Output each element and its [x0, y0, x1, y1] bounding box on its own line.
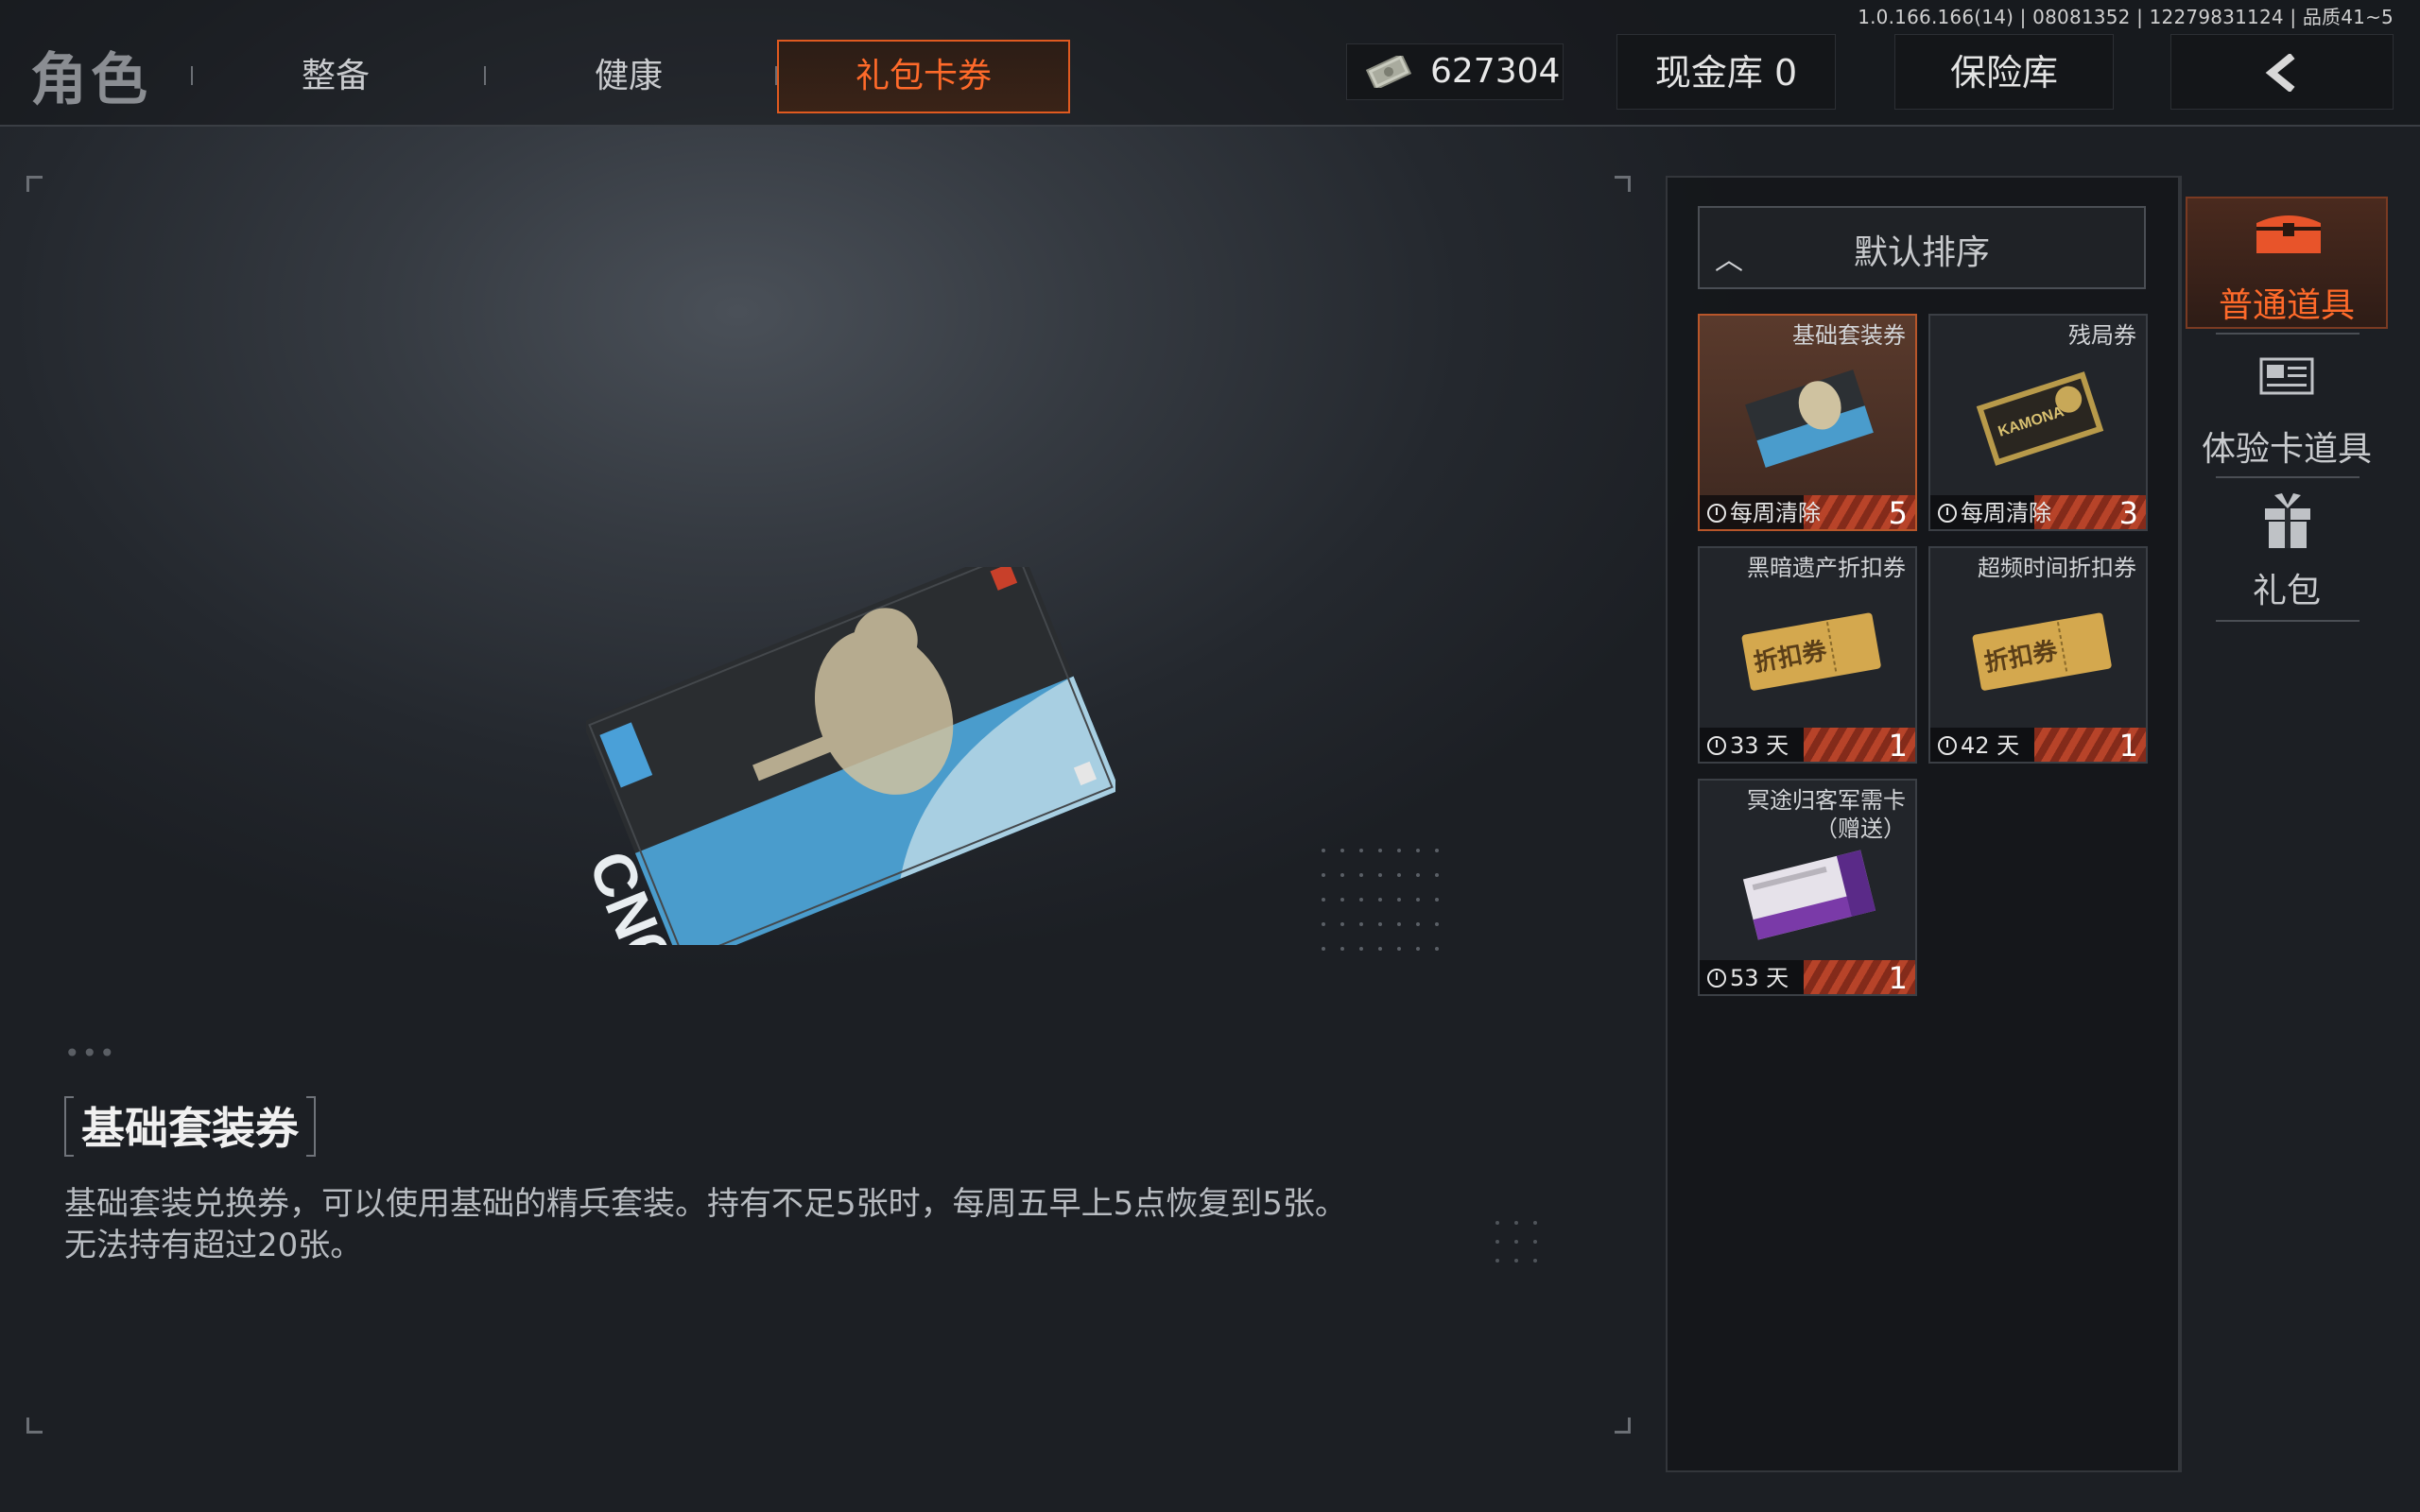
category-divider: [2216, 620, 2360, 622]
item-name: 基础套装券: [1792, 322, 1906, 349]
voucher-card-image: CN617: [586, 567, 1115, 945]
page-title: 角色: [30, 47, 151, 113]
clock-icon: [1707, 736, 1726, 755]
safe-button[interactable]: 保险库: [1894, 34, 2114, 110]
item-count: 1: [2118, 728, 2138, 764]
clock-icon: [1938, 504, 1957, 523]
endgame-voucher-thumbnail: KAMONA: [1976, 371, 2104, 466]
category-label: 礼包: [2252, 572, 2321, 610]
tab-equip[interactable]: 整备: [246, 40, 425, 113]
item-name: 超频时间折扣券: [1978, 555, 2136, 581]
category-gift-packs[interactable]: 礼包: [2186, 488, 2388, 614]
chevron-left-icon: [2265, 54, 2295, 92]
category-normal-items[interactable]: 普通道具: [2186, 197, 2388, 329]
category-trial-cards[interactable]: 体验卡道具: [2186, 346, 2388, 469]
card-icon: [2259, 357, 2314, 395]
item-expiry: 33 天: [1707, 727, 1789, 760]
item-description: 基础套装兑换券，可以使用基础的精兵套装。持有不足5张时，每周五早上5点恢复到5张…: [64, 1185, 1347, 1264]
item-expiry: 53 天: [1707, 959, 1789, 992]
tab-divider: [191, 66, 193, 85]
item-expiry: 每周清除: [1707, 494, 1821, 527]
item-name: 基础套装券: [64, 1096, 316, 1160]
currency-display: 627304: [1346, 43, 1564, 100]
sort-label: 默认排序: [1853, 233, 1990, 272]
tab-health[interactable]: 健康: [539, 40, 718, 113]
cash-vault-button[interactable]: 现金库 0: [1616, 34, 1836, 110]
item-card[interactable]: 冥途归客军需卡 （赠送） 53 天 1: [1698, 779, 1917, 996]
clock-icon: [1938, 736, 1957, 755]
category-divider: [2216, 476, 2360, 478]
frame-corner: [26, 176, 43, 192]
item-count: 1: [1888, 960, 1908, 996]
frame-corner: [1615, 1418, 1631, 1434]
item-count: 1: [1888, 728, 1908, 764]
discount-ticket-thumbnail: 折扣券: [1741, 612, 1881, 691]
chest-icon: [2256, 215, 2321, 253]
item-name: 冥途归客军需卡 （赠送）: [1747, 787, 1906, 842]
category-label: 体验卡道具: [2201, 430, 2372, 469]
category-divider: [2216, 333, 2360, 335]
item-expiry: 每周清除: [1938, 494, 2051, 527]
pagination-dots: •••: [64, 1038, 117, 1069]
discount-ticket-thumbnail: 折扣券: [1972, 612, 2112, 691]
clock-icon: [1707, 504, 1726, 523]
gift-icon: [2265, 493, 2310, 548]
basic-kit-voucher-thumbnail: [1745, 369, 1874, 468]
back-button[interactable]: [2170, 34, 2394, 110]
money-icon: [1365, 56, 1412, 88]
frame-corner: [1615, 176, 1631, 192]
item-card[interactable]: 折扣券 超频时间折扣券 42 天 1: [1928, 546, 2148, 764]
dot-grid-decoration: [1495, 1221, 1537, 1263]
item-card[interactable]: 折扣券 黑暗遗产折扣券 33 天 1: [1698, 546, 1917, 764]
clock-icon: [1707, 969, 1726, 988]
dot-grid-decoration: [1322, 849, 1439, 951]
item-count: 5: [1888, 495, 1908, 531]
sort-dropdown[interactable]: ︿ 默认排序: [1698, 206, 2146, 289]
tab-gift-vouchers[interactable]: 礼包卡券: [777, 40, 1070, 113]
frame-corner: [26, 1418, 43, 1434]
version-info: 1.0.166.166(14) | 08081352 | 12279831124…: [1858, 6, 2394, 28]
item-expiry: 42 天: [1938, 727, 2019, 760]
item-count: 3: [2118, 495, 2138, 531]
category-label: 普通道具: [2218, 286, 2355, 325]
currency-value: 627304: [1430, 52, 1561, 91]
item-card[interactable]: KAMONA 残局券 每周清除 3: [1928, 314, 2148, 531]
item-name: 黑暗遗产折扣券: [1747, 555, 1906, 581]
item-card[interactable]: 基础套装券 每周清除 5: [1698, 314, 1917, 531]
item-name: 残局券: [2068, 322, 2136, 349]
tab-divider: [484, 66, 486, 85]
supply-card-thumbnail: [1742, 850, 1876, 940]
